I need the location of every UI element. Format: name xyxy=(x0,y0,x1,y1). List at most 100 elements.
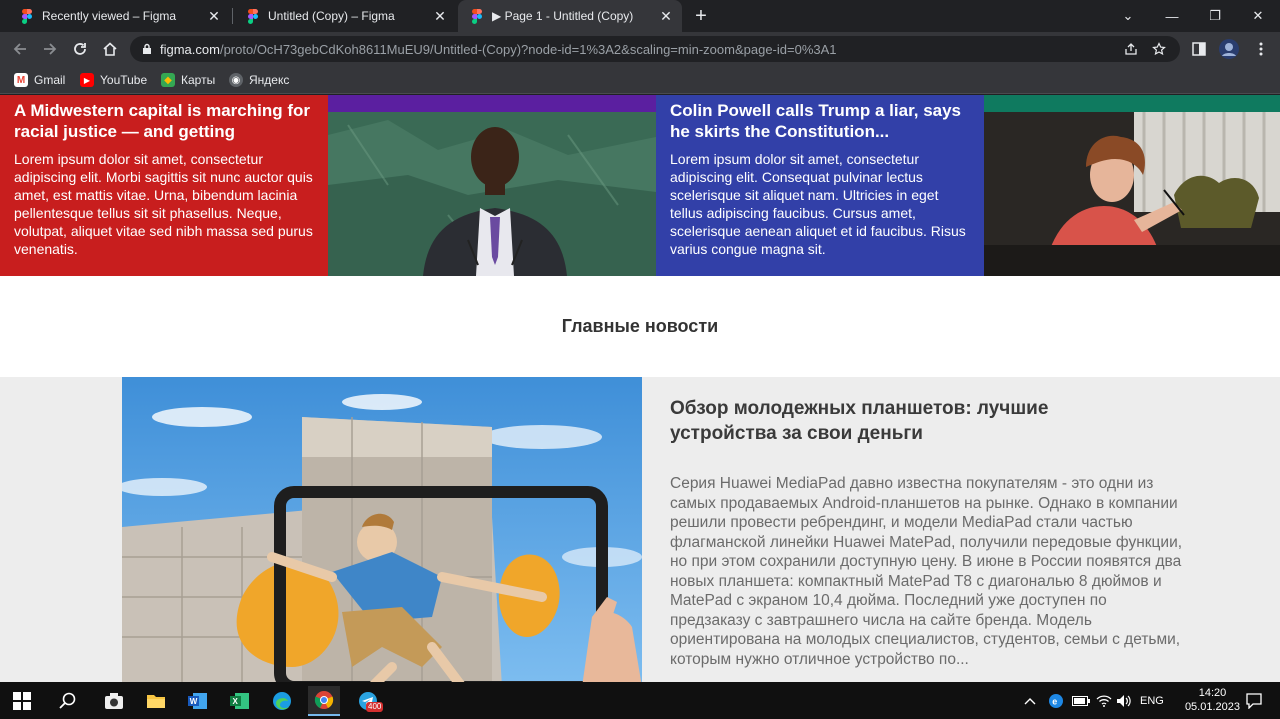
bookmark-label: Gmail xyxy=(34,73,66,87)
edge-icon xyxy=(273,692,291,710)
folder-icon xyxy=(147,695,165,708)
yandex-icon: ◉ xyxy=(229,73,243,87)
taskbar-explorer[interactable] xyxy=(140,686,172,716)
news-photo-woman xyxy=(984,95,1280,276)
news-body: Lorem ipsum dolor sit amet, consectetur … xyxy=(670,151,966,257)
restore-button[interactable]: ❐ xyxy=(1193,0,1237,32)
page-viewport: A Midwestern capital is marching for rac… xyxy=(0,95,1280,682)
wifi-icon[interactable] xyxy=(1096,686,1112,716)
bookmark-label: Яндекс xyxy=(249,73,290,87)
home-button[interactable] xyxy=(98,37,122,61)
search-icon xyxy=(59,692,76,709)
tab-title: Untitled (Copy) – Figma xyxy=(268,9,395,23)
profile-avatar[interactable] xyxy=(1217,37,1241,61)
news-card-blue[interactable]: Colin Powell calls Trump a liar, says he… xyxy=(656,95,984,276)
tab-title: Recently viewed – Figma xyxy=(42,9,177,23)
news-strip: A Midwestern capital is marching for rac… xyxy=(0,95,1280,276)
taskbar-telegram[interactable]: 400 xyxy=(352,686,384,716)
reload-icon xyxy=(74,43,86,55)
tab-divider xyxy=(232,8,233,24)
close-tab-icon[interactable]: ✕ xyxy=(206,8,222,24)
tray-overflow-icon[interactable] xyxy=(1024,686,1036,716)
forward-button[interactable] xyxy=(38,37,62,61)
tab-page-1[interactable]: ▶ Page 1 - Untitled (Copy) ✕ xyxy=(458,0,682,32)
tab-strip: Recently viewed – Figma ✕ Untitled (Copy… xyxy=(0,0,1280,32)
side-panel-icon xyxy=(1192,42,1206,56)
tab-recently-viewed[interactable]: Recently viewed – Figma ✕ xyxy=(8,0,230,32)
home-icon xyxy=(103,42,117,56)
tab-search-icon[interactable]: ⌄ xyxy=(1106,0,1150,32)
notifications-button[interactable] xyxy=(1238,686,1270,716)
taskbar-camera[interactable] xyxy=(98,686,130,716)
bookmark-maps[interactable]: ◆ Карты xyxy=(161,71,215,89)
battery-icon[interactable] xyxy=(1072,686,1090,716)
search-button[interactable] xyxy=(52,686,84,716)
word-icon: W xyxy=(188,693,207,709)
share-icon[interactable] xyxy=(1122,40,1140,58)
featured-article[interactable]: Обзор молодежных планшетов: лучшие устро… xyxy=(0,377,1280,682)
back-button[interactable] xyxy=(8,37,32,61)
side-panel-button[interactable] xyxy=(1187,37,1211,61)
close-tab-icon[interactable]: ✕ xyxy=(432,8,448,24)
news-headline: A Midwestern capital is marching for rac… xyxy=(14,101,310,141)
system-clock[interactable]: 14:20 05.01.2023 xyxy=(1185,686,1240,714)
address-bar[interactable]: figma.com/proto/OcH73gebCdKoh8611MuEU9/U… xyxy=(130,36,1180,62)
camera-icon xyxy=(105,693,123,709)
svg-text:W: W xyxy=(190,697,198,706)
gmail-icon: M xyxy=(14,73,28,87)
news-headline: Colin Powell calls Trump a liar, says he… xyxy=(670,101,962,141)
section-title: Главные новости xyxy=(561,316,719,336)
svg-text:X: X xyxy=(233,697,239,706)
news-body: Lorem ipsum dolor sit amet, consectetur … xyxy=(14,151,313,257)
clock-date: 05.01.2023 xyxy=(1184,701,1240,713)
windows-taskbar: W X 400 e ENG 14:20 05.01.2023 xyxy=(0,682,1280,719)
close-window-button[interactable]: ✕ xyxy=(1236,0,1280,32)
bookmark-yandex[interactable]: ◉ Яндекс xyxy=(229,71,289,89)
featured-image xyxy=(122,377,642,682)
chrome-icon xyxy=(314,691,334,709)
arrow-right-icon xyxy=(44,43,57,55)
reload-button[interactable] xyxy=(68,37,92,61)
language-indicator[interactable]: ENG xyxy=(1140,686,1164,716)
kebab-menu-icon xyxy=(1259,42,1263,56)
browser-toolbar: figma.com/proto/OcH73gebCdKoh8611MuEU9/U… xyxy=(0,32,1280,66)
taskbar-chrome[interactable] xyxy=(308,686,340,716)
bookmarks-bar: M Gmail ▶ YouTube ◆ Карты ◉ Яндекс xyxy=(0,66,1280,94)
bookmark-label: Карты xyxy=(181,73,216,87)
close-tab-icon[interactable]: ✕ xyxy=(658,8,674,24)
featured-text: Серия Huawei MediaPad давно известна пок… xyxy=(670,475,1183,668)
clock-time: 14:20 xyxy=(1198,687,1227,699)
bookmark-gmail[interactable]: M Gmail xyxy=(14,71,65,89)
tab-title: ▶ Page 1 - Untitled (Copy) xyxy=(492,9,634,23)
news-photo-speaker xyxy=(328,95,656,276)
taskbar-excel[interactable]: X xyxy=(224,686,256,716)
minimize-button[interactable]: — xyxy=(1150,0,1194,32)
svg-text:e: e xyxy=(1052,697,1057,707)
youtube-icon: ▶ xyxy=(80,73,94,87)
start-button[interactable] xyxy=(6,686,38,716)
notification-badge: 400 xyxy=(366,702,384,712)
new-tab-button[interactable]: + xyxy=(690,6,712,26)
notification-icon xyxy=(1246,693,1262,709)
url-host: figma.com xyxy=(160,41,220,57)
url-path: /proto/OcH73gebCdKoh8611MuEU9/Untitled-(… xyxy=(219,41,837,57)
avatar-icon xyxy=(1219,39,1239,59)
volume-icon[interactable] xyxy=(1116,686,1132,716)
news-card-red[interactable]: A Midwestern capital is marching for rac… xyxy=(0,95,328,276)
excel-icon: X xyxy=(230,693,249,709)
figma-icon xyxy=(472,8,482,24)
lock-icon xyxy=(142,43,152,55)
tray-app-icon[interactable]: e xyxy=(1048,686,1064,716)
taskbar-word[interactable]: W xyxy=(182,686,214,716)
maps-icon: ◆ xyxy=(161,73,175,87)
figma-icon xyxy=(22,8,32,24)
tab-untitled-copy[interactable]: Untitled (Copy) – Figma ✕ xyxy=(234,0,456,32)
taskbar-edge[interactable] xyxy=(266,686,298,716)
menu-button[interactable] xyxy=(1249,37,1273,61)
star-icon[interactable] xyxy=(1150,40,1168,58)
figma-icon xyxy=(248,8,258,24)
featured-title: Обзор молодежных планшетов: лучшие устро… xyxy=(670,398,1049,444)
arrow-left-icon xyxy=(13,43,26,55)
bookmark-youtube[interactable]: ▶ YouTube xyxy=(80,71,147,89)
windows-icon xyxy=(13,692,31,710)
